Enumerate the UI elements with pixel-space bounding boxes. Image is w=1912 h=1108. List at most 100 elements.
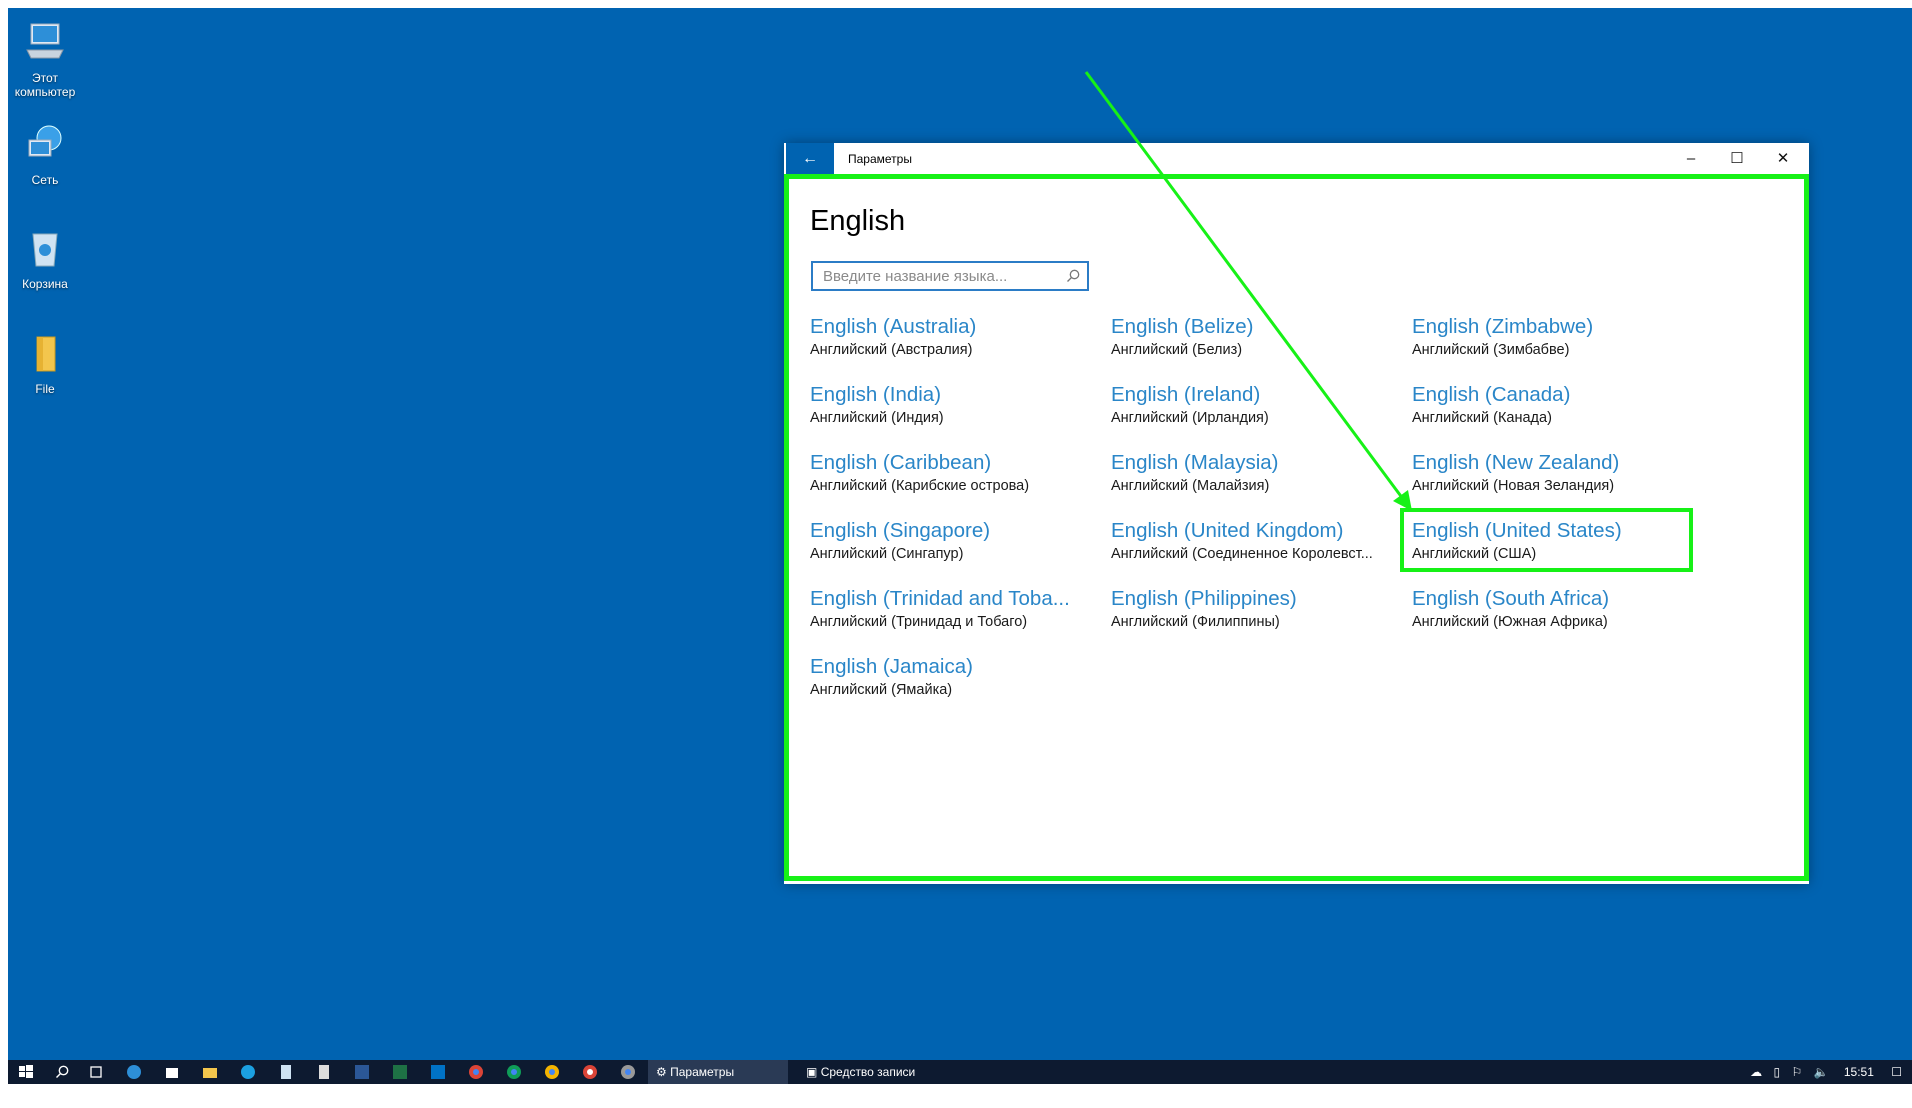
language-local-name: Английский (Сингапур) — [810, 546, 964, 562]
language-name[interactable]: English (Zimbabwe) — [1412, 315, 1702, 339]
desktop-icon-network[interactable]: Сеть — [8, 122, 82, 187]
edge-browser-icon[interactable] — [126, 1064, 142, 1080]
language-item[interactable]: English (Caribbean) Английский (Карибски… — [810, 451, 1111, 519]
language-local-name: Английский (Малайзия) — [1111, 478, 1270, 494]
minimize-icon: – — [1686, 150, 1696, 167]
chrome-icon[interactable] — [468, 1064, 484, 1080]
language-local-name: Английский (США) — [1412, 546, 1537, 562]
language-search-input[interactable] — [813, 263, 1063, 289]
page-title: English — [810, 205, 906, 237]
maximize-button[interactable]: ☐ — [1714, 143, 1760, 175]
calculator-icon[interactable] — [316, 1064, 332, 1080]
desktop-icon-this-pc[interactable]: Этот компьютер — [8, 20, 82, 99]
language-item[interactable]: English (Singapore) Английский (Сингапур… — [810, 519, 1111, 587]
volume-icon[interactable]: 🔈 — [1814, 1065, 1829, 1079]
back-arrow-icon: ← — [802, 150, 818, 167]
desktop-icon-label: Корзина — [22, 277, 68, 291]
language-item[interactable]: English (Malaysia) Английский (Малайзия) — [1111, 451, 1412, 519]
task-view-icon[interactable] — [88, 1064, 104, 1080]
language-local-name: Английский (Филиппины) — [1111, 614, 1280, 630]
language-local-name: Английский (Австралия) — [810, 342, 973, 358]
language-name[interactable]: English (South Africa) — [1412, 587, 1702, 611]
skype-icon[interactable] — [240, 1064, 256, 1080]
language-item[interactable]: English (Ireland) Английский (Ирландия) — [1111, 383, 1412, 451]
clock[interactable]: 15:51 — [1844, 1065, 1874, 1079]
back-button[interactable]: ← — [786, 143, 834, 175]
language-local-name: Английский (Новая Зеландия) — [1412, 478, 1615, 494]
notifications-icon[interactable]: ☐ — [1891, 1065, 1902, 1079]
desktop-icon-recycle-bin[interactable]: Корзина — [8, 226, 82, 291]
language-item[interactable]: English (Zimbabwe) Английский (Зимбабве) — [1412, 315, 1713, 383]
close-button[interactable]: ✕ — [1760, 143, 1806, 175]
language-item-united-states[interactable]: English (United States) Английский (США) — [1412, 519, 1713, 587]
language-item[interactable]: English (Australia) Английский (Австрали… — [810, 315, 1111, 383]
language-name[interactable]: English (Caribbean) — [810, 451, 1100, 475]
close-icon: ✕ — [1776, 150, 1790, 167]
language-item[interactable]: English (India) Английский (Индия) — [810, 383, 1111, 451]
language-name[interactable]: English (Singapore) — [810, 519, 1100, 543]
language-local-name: Английский (Ирландия) — [1111, 410, 1269, 426]
language-name[interactable]: English (New Zealand) — [1412, 451, 1702, 475]
language-name[interactable]: English (United States) — [1412, 519, 1702, 543]
chrome-icon[interactable] — [582, 1064, 598, 1080]
language-name[interactable]: English (India) — [810, 383, 1100, 407]
excel-icon[interactable] — [392, 1064, 408, 1080]
onedrive-icon[interactable]: ☁ — [1750, 1065, 1762, 1079]
language-name[interactable]: English (Trinidad and Toba... — [810, 587, 1100, 611]
word-icon[interactable] — [354, 1064, 370, 1080]
store-icon[interactable] — [164, 1064, 180, 1080]
desktop-icon-label: File — [35, 382, 55, 396]
language-local-name: Английский (Белиз) — [1111, 342, 1243, 358]
outlook-icon[interactable] — [430, 1064, 446, 1080]
system-tray: ☁ ▯ ⚐ 🔈 15:51 ☐ — [1750, 1060, 1902, 1084]
language-name[interactable]: English (Ireland) — [1111, 383, 1401, 407]
maximize-icon: ☐ — [1730, 150, 1744, 167]
desktop-icon-label: Сеть — [31, 173, 59, 187]
language-name[interactable]: English (Malaysia) — [1111, 451, 1401, 475]
network-icon — [28, 125, 62, 157]
language-local-name: Английский (Тринидад и Тобаго) — [810, 614, 1028, 630]
notepad-icon[interactable] — [278, 1064, 294, 1080]
language-local-name: Английский (Соединенное Королевст... — [1111, 546, 1373, 562]
taskbar-app-steps-recorder[interactable]: ▣ Средство записи дей... — [798, 1060, 948, 1103]
language-name[interactable]: English (Philippines) — [1111, 587, 1401, 611]
language-local-name: Английский (Южная Африка) — [1412, 614, 1608, 630]
window-title: Параметры — [848, 152, 912, 166]
file-explorer-icon[interactable] — [202, 1064, 218, 1080]
chrome-icon[interactable] — [506, 1064, 522, 1080]
language-item[interactable]: English (Trinidad and Toba... Английский… — [810, 587, 1111, 655]
search-icon[interactable] — [54, 1064, 70, 1080]
language-name[interactable]: English (Belize) — [1111, 315, 1401, 339]
network-icon[interactable]: ⚐ — [1791, 1065, 1802, 1079]
language-search-box — [811, 261, 1089, 291]
battery-icon[interactable]: ▯ — [1774, 1065, 1781, 1079]
gear-icon: ⚙ — [656, 1065, 667, 1079]
chrome-icon[interactable] — [620, 1064, 636, 1080]
desktop-icon-file-folder[interactable]: File — [8, 331, 82, 396]
start-icon[interactable] — [18, 1064, 34, 1080]
language-item[interactable]: English (Belize) Английский (Белиз) — [1111, 315, 1412, 383]
search-icon[interactable] — [1065, 268, 1081, 284]
minimize-button[interactable]: – — [1668, 143, 1714, 175]
language-name[interactable]: English (Jamaica) — [810, 655, 1100, 679]
language-item[interactable]: English (United Kingdom) Английский (Сое… — [1111, 519, 1412, 587]
language-item[interactable]: English (South Africa) Английский (Южная… — [1412, 587, 1713, 655]
chrome-icon[interactable] — [544, 1064, 560, 1080]
language-name[interactable]: English (Canada) — [1412, 383, 1702, 407]
folder-icon — [36, 336, 56, 372]
title-bar: ← Параметры – ☐ ✕ — [784, 143, 1809, 176]
language-item[interactable]: English (Jamaica) Английский (Ямайка) — [810, 655, 1111, 723]
settings-content: English English (Australia) Английский (… — [784, 175, 1809, 884]
language-local-name: Английский (Индия) — [810, 410, 944, 426]
language-item[interactable]: English (New Zealand) Английский (Новая … — [1412, 451, 1713, 519]
language-item[interactable]: English (Philippines) Английский (Филипп… — [1111, 587, 1412, 655]
taskbar-app-settings[interactable]: ⚙ Параметры — [648, 1060, 788, 1084]
language-name[interactable]: English (United Kingdom) — [1111, 519, 1401, 543]
recorder-icon: ▣ — [806, 1065, 818, 1079]
language-name[interactable]: English (Australia) — [810, 315, 1100, 339]
language-local-name: Английский (Канада) — [1412, 410, 1552, 426]
language-item[interactable]: English (Canada) Английский (Канада) — [1412, 383, 1713, 451]
computer-icon — [26, 23, 64, 59]
language-local-name: Английский (Ямайка) — [810, 682, 953, 698]
language-local-name: Английский (Карибские острова) — [810, 478, 1030, 494]
